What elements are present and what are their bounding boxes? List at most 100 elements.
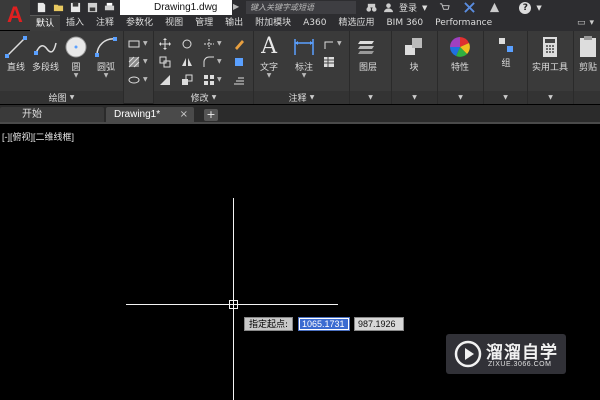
tab-parametric[interactable]: 参数化 bbox=[120, 15, 159, 31]
dynamic-input-x-field[interactable]: 1065.1731 bbox=[298, 317, 350, 331]
save-icon[interactable] bbox=[68, 1, 82, 14]
offset-icon[interactable] bbox=[232, 73, 246, 87]
cart-icon[interactable] bbox=[438, 2, 450, 14]
new-tab-button[interactable]: + bbox=[204, 109, 218, 121]
groups-tool[interactable]: 组 bbox=[496, 35, 516, 69]
viewport-controls[interactable]: [-][俯视][二维线框] bbox=[2, 130, 74, 143]
tab-bim360[interactable]: BIM 360 bbox=[380, 15, 429, 31]
binoculars-icon[interactable] bbox=[365, 2, 377, 14]
array-icon[interactable] bbox=[202, 73, 216, 87]
help-button[interactable]: ? bbox=[519, 1, 532, 14]
open-folder-icon[interactable] bbox=[51, 1, 65, 14]
connect-icon[interactable] bbox=[488, 2, 500, 14]
user-icon[interactable] bbox=[382, 2, 394, 14]
text-tool[interactable]: A 文字 ▼ bbox=[260, 35, 278, 79]
dynamic-input-y-field[interactable]: 987.1926 bbox=[354, 317, 404, 331]
tab-default[interactable]: 默认 bbox=[30, 15, 61, 31]
erase-icon[interactable] bbox=[232, 37, 246, 51]
groups-expand-icon[interactable]: ▼ bbox=[503, 94, 508, 101]
file-tab-bar: 开始 Drawing1* × + bbox=[0, 105, 600, 123]
layers-footer[interactable]: ▼ bbox=[350, 91, 391, 104]
polyline-tool[interactable]: 多段线 bbox=[32, 35, 59, 73]
circle-dropdown-icon[interactable]: ▼ bbox=[74, 73, 79, 79]
move-icon[interactable] bbox=[158, 37, 172, 51]
modify-panel-expand-icon[interactable]: ▼ bbox=[212, 94, 217, 101]
trim-icon[interactable] bbox=[202, 37, 216, 51]
scale-icon[interactable] bbox=[180, 73, 194, 87]
layers-tool[interactable]: 图层 bbox=[356, 35, 380, 73]
rotate-icon[interactable] bbox=[180, 37, 194, 51]
annotation-panel-footer[interactable]: 注释 ▼ bbox=[254, 91, 349, 104]
block-footer[interactable]: ▼ bbox=[392, 91, 437, 104]
plot-icon[interactable] bbox=[102, 1, 116, 14]
drawing-tab[interactable]: Drawing1* × bbox=[106, 107, 194, 123]
block-tool[interactable]: 块 bbox=[402, 35, 426, 73]
application-menu-button[interactable]: A bbox=[0, 0, 30, 30]
help-dropdown-icon[interactable]: ▼ bbox=[536, 4, 541, 12]
stretch-icon[interactable] bbox=[158, 73, 172, 87]
dimension-tool[interactable]: 标注 ▼ bbox=[292, 35, 316, 79]
workspace-arrow-icon[interactable]: ▶ bbox=[233, 2, 239, 11]
tab-output[interactable]: 输出 bbox=[219, 15, 249, 31]
login-button[interactable]: 登录 bbox=[399, 1, 417, 14]
login-dropdown-icon[interactable]: ▼ bbox=[422, 4, 427, 12]
mirror-icon[interactable] bbox=[180, 55, 194, 69]
line-tool[interactable]: 直线 bbox=[4, 35, 28, 73]
utilities-expand-icon[interactable]: ▼ bbox=[548, 94, 553, 101]
circle-tool[interactable]: 圆 ▼ bbox=[64, 35, 88, 79]
ribbon-toggle[interactable]: ▭ ▾ bbox=[577, 15, 600, 31]
text-dropdown-icon[interactable]: ▼ bbox=[267, 73, 272, 79]
start-tab[interactable]: 开始 bbox=[0, 107, 104, 123]
ribbon-expand-icon[interactable]: ▾ bbox=[589, 15, 594, 31]
search-input[interactable]: 键入关键字或短语 bbox=[246, 1, 356, 14]
tab-addins[interactable]: 附加模块 bbox=[249, 15, 297, 31]
utilities-footer[interactable]: ▼ bbox=[528, 91, 573, 104]
draw-panel-footer[interactable]: 绘图 ▼ bbox=[0, 91, 123, 104]
rectangle-icon[interactable] bbox=[127, 37, 141, 51]
hatch-icon[interactable] bbox=[127, 55, 141, 69]
ellipse-dropdown-icon[interactable]: ▼ bbox=[143, 76, 148, 83]
tab-insert[interactable]: 插入 bbox=[60, 15, 90, 31]
annotation-panel-expand-icon[interactable]: ▼ bbox=[310, 94, 315, 101]
arc-tool[interactable]: 圆弧 ▼ bbox=[94, 35, 118, 79]
copy-icon[interactable] bbox=[158, 55, 172, 69]
hatch-dropdown-icon[interactable]: ▼ bbox=[143, 58, 148, 65]
trim-dropdown-icon[interactable]: ▼ bbox=[217, 40, 222, 47]
ribbon-minimize-icon[interactable]: ▭ bbox=[577, 15, 586, 31]
tab-a360[interactable]: A360 bbox=[297, 15, 332, 31]
new-file-icon[interactable] bbox=[34, 1, 48, 14]
dimension-dropdown-icon[interactable]: ▼ bbox=[302, 73, 307, 79]
layers-expand-icon[interactable]: ▼ bbox=[368, 94, 373, 101]
save-as-icon[interactable] bbox=[85, 1, 99, 14]
tab-view[interactable]: 视图 bbox=[159, 15, 189, 31]
close-icon[interactable]: × bbox=[180, 107, 188, 123]
table-icon[interactable] bbox=[322, 55, 336, 69]
modify-panel-footer[interactable]: 修改 ▼ bbox=[154, 91, 253, 104]
array-dropdown-icon[interactable]: ▼ bbox=[217, 76, 222, 83]
fillet-icon[interactable] bbox=[202, 55, 216, 69]
utilities-tool[interactable]: 实用工具 bbox=[532, 35, 568, 73]
clipboard-footer[interactable] bbox=[574, 91, 600, 104]
leader-icon[interactable] bbox=[322, 37, 336, 51]
groups-footer[interactable]: ▼ bbox=[484, 91, 527, 104]
properties-expand-icon[interactable]: ▼ bbox=[458, 94, 463, 101]
tab-performance[interactable]: Performance bbox=[429, 15, 498, 31]
rectangle-dropdown-icon[interactable]: ▼ bbox=[143, 40, 148, 47]
properties-tool[interactable]: 特性 bbox=[448, 35, 472, 73]
ellipse-icon[interactable] bbox=[127, 73, 141, 87]
explode-icon[interactable] bbox=[232, 55, 246, 69]
fillet-dropdown-icon[interactable]: ▼ bbox=[217, 58, 222, 65]
clipboard-tool[interactable]: 剪贴 bbox=[578, 35, 598, 73]
tab-featured-apps[interactable]: 精选应用 bbox=[332, 15, 380, 31]
draw-panel-expand-icon[interactable]: ▼ bbox=[70, 94, 75, 101]
arc-dropdown-icon[interactable]: ▼ bbox=[104, 73, 109, 79]
line-icon bbox=[5, 36, 27, 58]
drawing-canvas[interactable]: [-][俯视][二维线框] 指定起点: 1065.1731 987.1926 溜… bbox=[0, 124, 600, 400]
block-expand-icon[interactable]: ▼ bbox=[412, 94, 417, 101]
tab-annotate[interactable]: 注释 bbox=[90, 15, 120, 31]
leader-dropdown-icon[interactable]: ▼ bbox=[337, 40, 342, 47]
autodesk-exchange-icon[interactable] bbox=[463, 2, 475, 14]
properties-footer[interactable]: ▼ bbox=[438, 91, 483, 104]
color-wheel-icon bbox=[450, 37, 470, 57]
tab-manage[interactable]: 管理 bbox=[189, 15, 219, 31]
